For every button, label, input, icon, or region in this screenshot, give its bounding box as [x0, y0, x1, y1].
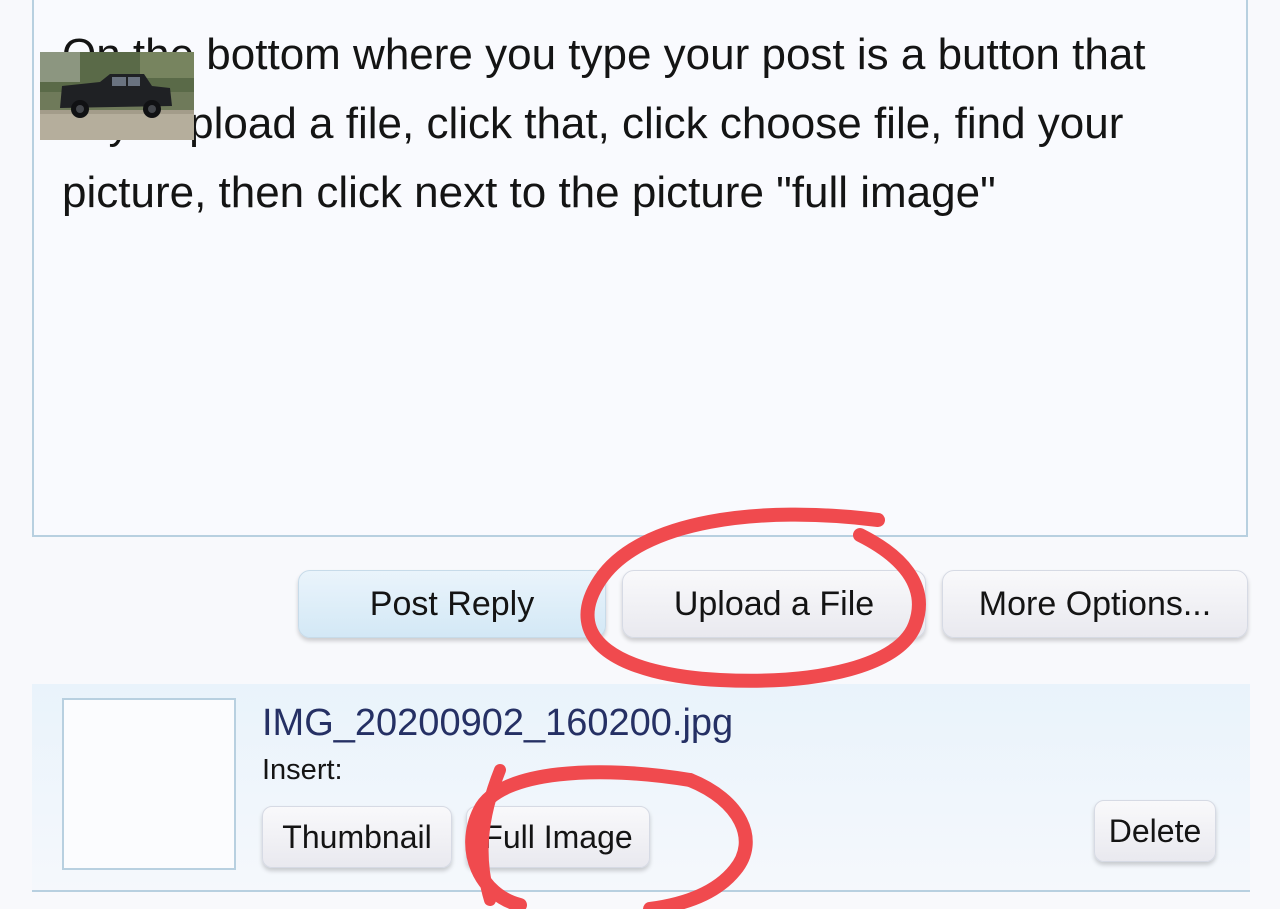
reply-editor[interactable]: On the bottom where you type your post i…: [32, 0, 1248, 537]
attachment-panel: IMG_20200902_160200.jpg Insert: Thumbnai…: [32, 684, 1250, 892]
insert-label: Insert:: [262, 754, 343, 786]
forum-reply-page: On the bottom where you type your post i…: [0, 0, 1280, 909]
upload-file-button[interactable]: Upload a File: [622, 570, 926, 638]
truck-photo-image: [40, 52, 194, 140]
delete-attachment-button[interactable]: Delete: [1094, 800, 1216, 862]
insert-thumbnail-button[interactable]: Thumbnail: [262, 806, 452, 868]
reply-text[interactable]: On the bottom where you type your post i…: [62, 20, 1222, 227]
attachment-filename[interactable]: IMG_20200902_160200.jpg: [262, 702, 733, 745]
post-reply-button[interactable]: Post Reply: [298, 570, 606, 638]
insert-full-image-button[interactable]: Full Image: [466, 806, 650, 868]
attachment-thumbnail-frame[interactable]: [62, 698, 236, 870]
more-options-button[interactable]: More Options...: [942, 570, 1248, 638]
